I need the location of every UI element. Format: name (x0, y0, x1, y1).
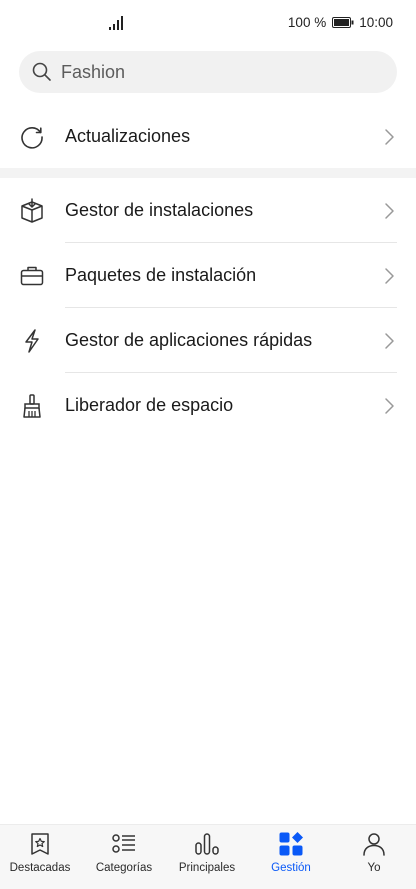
nav-label: Destacadas (9, 862, 71, 874)
menu-item-label: Liberador de espacio (65, 395, 234, 415)
briefcase-icon (18, 262, 46, 290)
menu-item-paquetes-instalacion[interactable]: Paquetes de instalación (0, 243, 416, 308)
nav-item-gestion[interactable]: Gestión (251, 831, 331, 883)
search-input[interactable] (61, 61, 361, 83)
menu-item-gestor-instalaciones[interactable]: Gestor de instalaciones (0, 178, 416, 243)
status-right: 100 % 10:00 (288, 15, 393, 30)
menu-item-label: Gestor de aplicaciones rápidas (65, 330, 313, 350)
star-bookmark-icon (31, 833, 49, 855)
signal-icon (109, 16, 123, 30)
nav-item-categorias[interactable]: Categorías (84, 831, 164, 883)
chevron-right-icon (385, 128, 394, 145)
nav-label: Yo (367, 862, 381, 874)
menu-item-actualizaciones[interactable]: Actualizaciones (0, 104, 416, 169)
manage-grid-icon (279, 832, 303, 856)
chevron-right-icon (385, 332, 394, 349)
refresh-icon (18, 123, 46, 151)
section-divider (0, 168, 416, 178)
lightning-icon (18, 327, 46, 355)
battery-percent: 100 % (287, 15, 327, 30)
nav-label: Principales (178, 862, 236, 874)
battery-icon (332, 17, 354, 28)
nav-item-destacadas[interactable]: Destacadas (0, 831, 80, 883)
nav-item-yo[interactable]: Yo (334, 831, 414, 883)
app-screen: 100 % 10:00 Actualizaciones (0, 0, 416, 889)
chevron-right-icon (385, 202, 394, 219)
menu-item-label: Paquetes de instalación (65, 265, 257, 285)
person-icon (363, 833, 385, 856)
chevron-right-icon (385, 267, 394, 284)
install-box-icon (18, 197, 46, 225)
nav-item-principales[interactable]: Principales (167, 831, 247, 883)
menu-item-gestor-aplicaciones-rapidas[interactable]: Gestor de aplicaciones rápidas (0, 308, 416, 373)
menu-item-label: Actualizaciones (65, 126, 191, 146)
broom-icon (18, 392, 46, 420)
menu-item-liberador-espacio[interactable]: Liberador de espacio (0, 373, 416, 438)
bottom-nav: Destacadas Categorías Principales Gestió… (0, 824, 416, 889)
nav-label: Gestión (271, 862, 311, 874)
top-chart-icon (195, 833, 219, 855)
search-bar[interactable] (19, 51, 397, 93)
menu-item-label: Gestor de instalaciones (65, 200, 254, 220)
search-icon (32, 62, 51, 81)
nav-label: Categorías (95, 862, 153, 874)
categories-list-icon (112, 834, 135, 853)
clock: 10:00 (359, 15, 393, 30)
chevron-right-icon (385, 397, 394, 414)
status-bar: 100 % 10:00 (0, 0, 416, 46)
